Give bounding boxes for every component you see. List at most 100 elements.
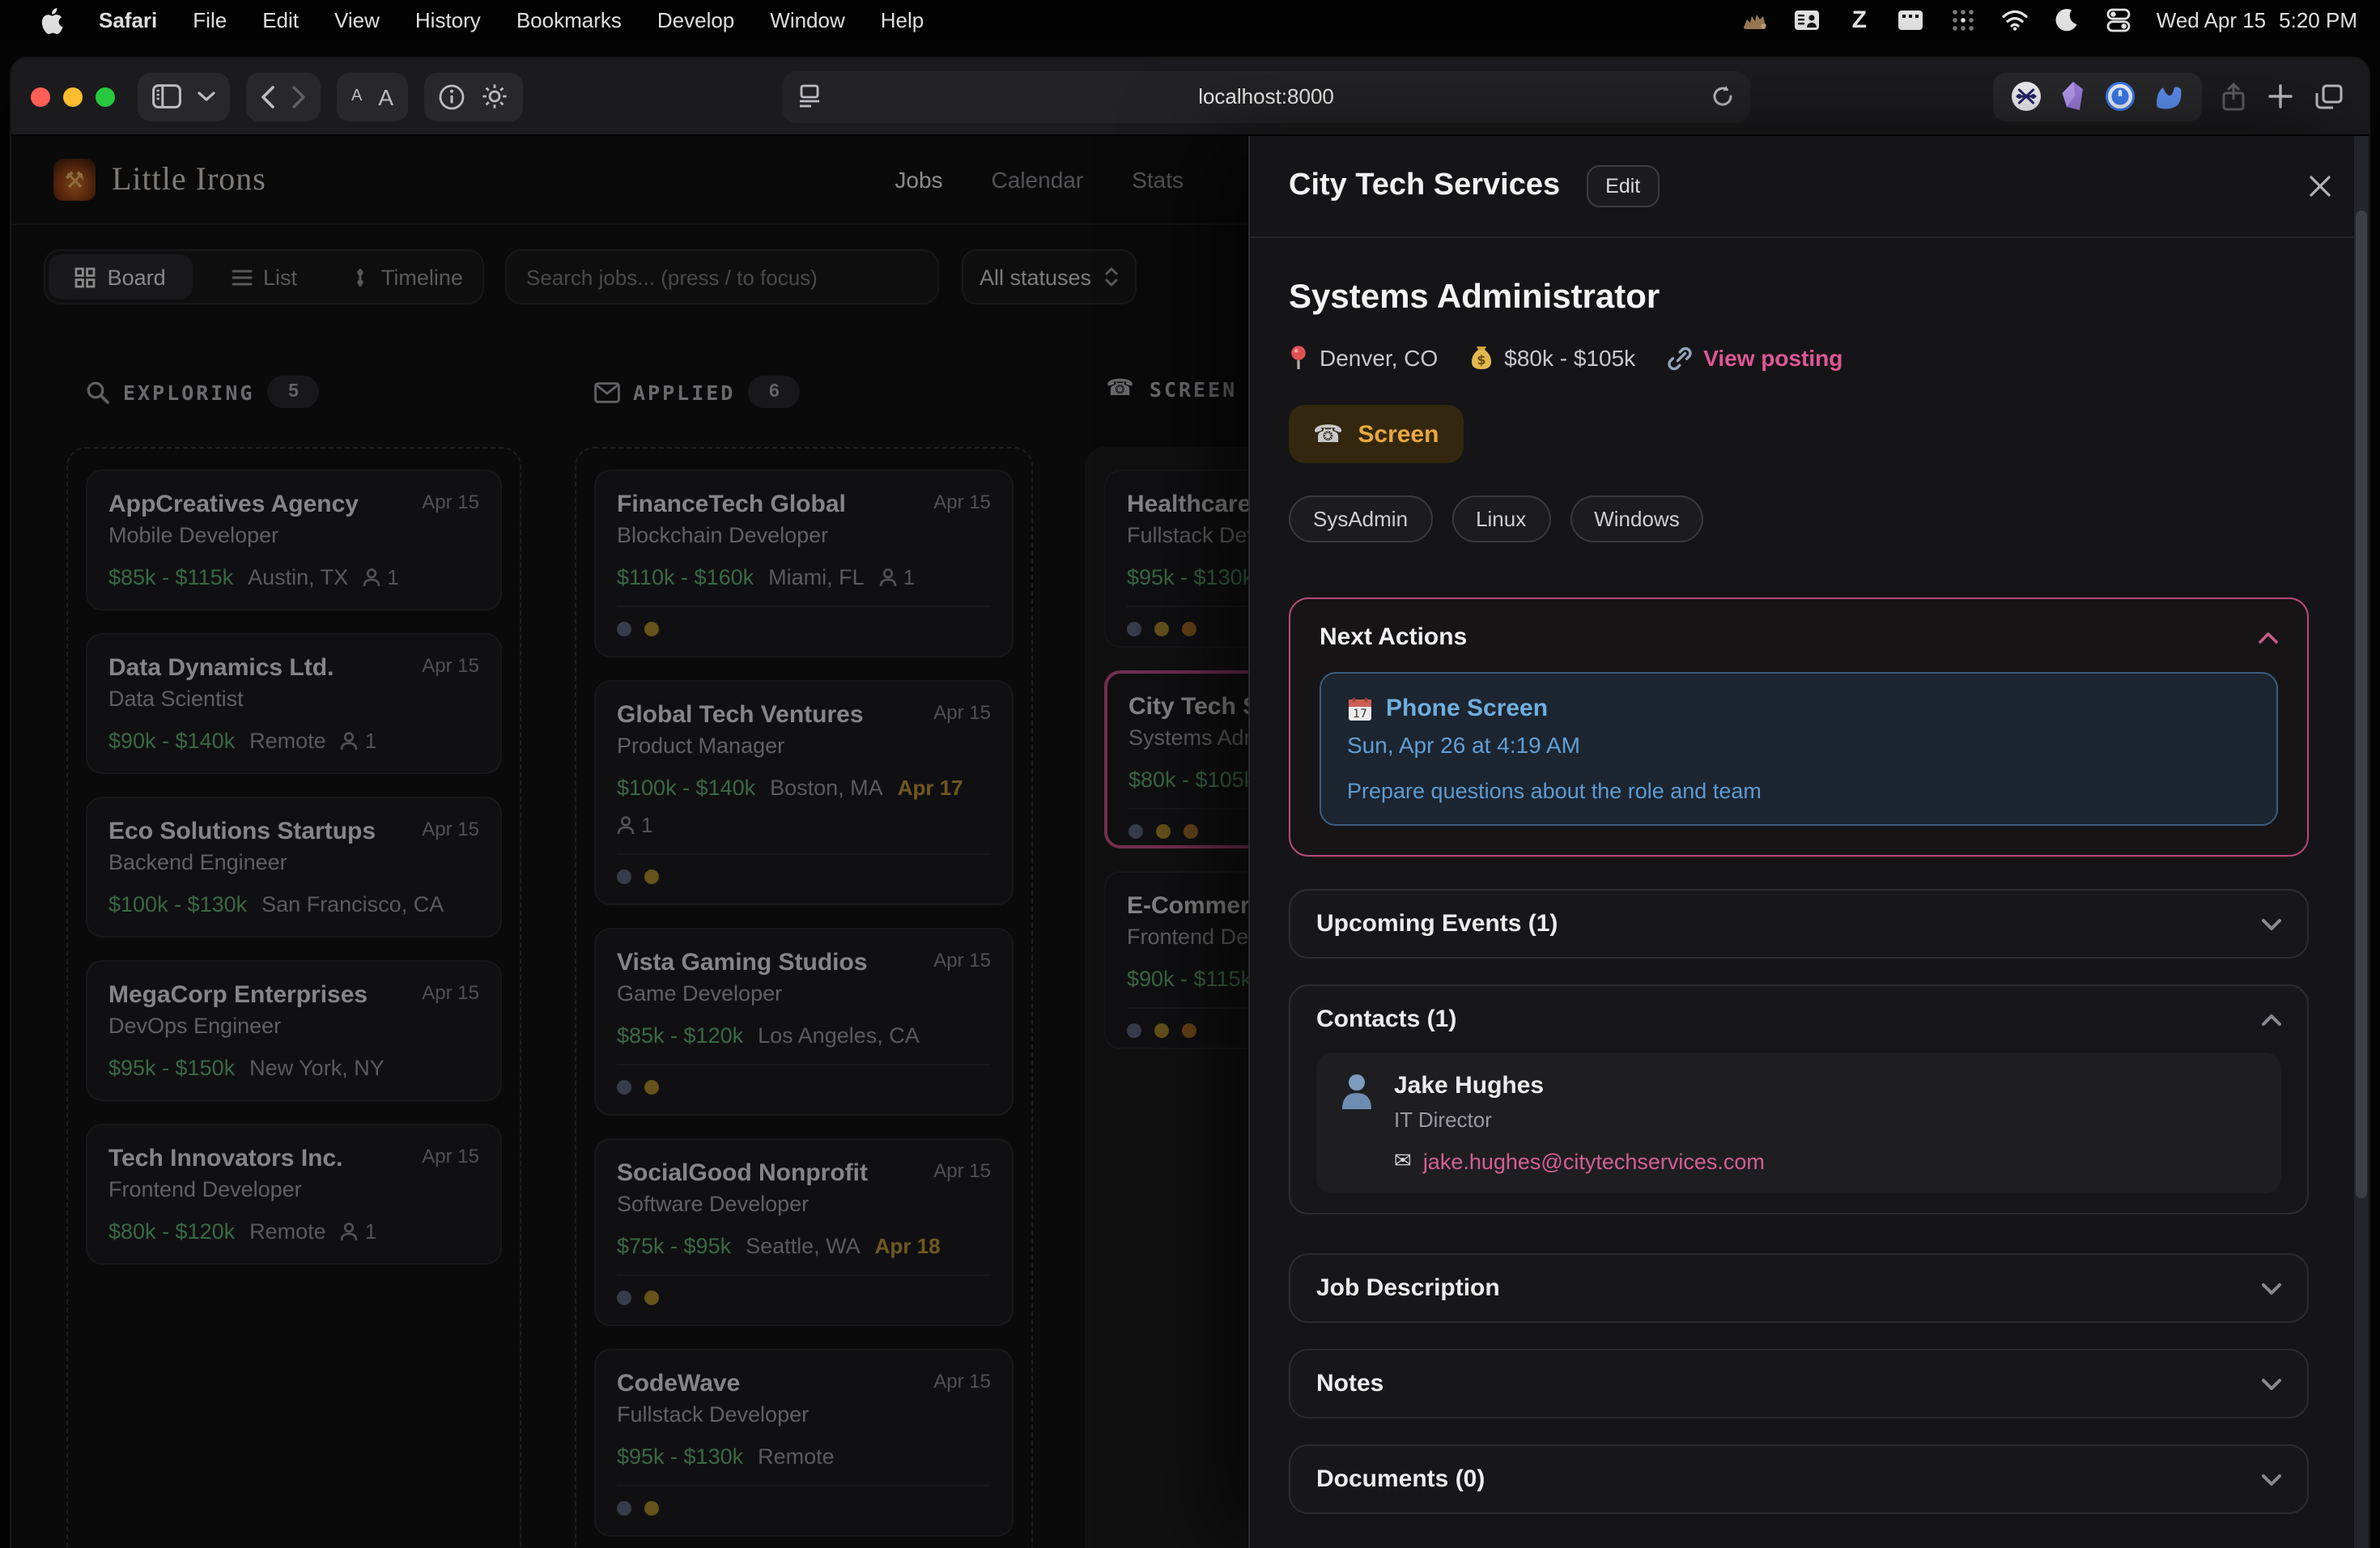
history-nav-group	[246, 72, 321, 121]
contact-avatar-icon	[1339, 1072, 1375, 1111]
extensions-group	[1993, 72, 2202, 121]
menu-bar-left: Safari File Edit View History Bookmarks …	[0, 7, 941, 33]
url-text: localhost:8000	[821, 84, 1711, 108]
chevron-up-icon	[2262, 1013, 2281, 1026]
contacts-menu-icon[interactable]	[1794, 6, 1821, 34]
hedgehog-emoji-icon[interactable]	[1742, 6, 1770, 34]
job-description-section[interactable]: Job Description	[1289, 1253, 2309, 1323]
documents-label: Documents (0)	[1316, 1465, 1485, 1493]
menu-bar-status: Z Wed Apr 15 5:20 PM	[1742, 6, 2380, 34]
contact-email-row: ✉ jake.hughes@citytechservices.com	[1394, 1150, 1765, 1174]
info-icon[interactable]	[439, 83, 465, 109]
sidebar-toggle-icon[interactable]	[152, 84, 181, 108]
job-location: Denver, CO	[1289, 345, 1438, 371]
menu-item-bookmarks[interactable]: Bookmarks	[499, 8, 640, 32]
svg-text:17: 17	[1353, 707, 1367, 720]
next-actions-header[interactable]: Next Actions	[1320, 623, 2278, 651]
menu-item-history[interactable]: History	[397, 8, 499, 32]
grid-dots-menu-icon[interactable]	[1949, 6, 1977, 34]
close-panel-button[interactable]	[2309, 175, 2331, 198]
increase-text-size-button[interactable]: A	[378, 83, 393, 109]
job-salary: $ $80k - $105k	[1470, 345, 1635, 371]
back-button[interactable]	[261, 85, 275, 108]
menu-item-help[interactable]: Help	[863, 8, 942, 32]
chevron-down-icon	[2262, 1282, 2281, 1295]
next-action-event-card[interactable]: 17 Phone Screen Sun, Apr 26 at 4:19 AM P…	[1320, 672, 2278, 826]
page-tools-group	[424, 72, 523, 121]
phone-icon: ☎	[1313, 419, 1343, 449]
extension-snowflake-icon[interactable]	[2011, 81, 2042, 112]
zoom-window-button[interactable]	[96, 87, 115, 106]
event-note: Prepare questions about the role and tea…	[1347, 779, 2250, 803]
menu-bar-date: Wed Apr 15	[2157, 8, 2266, 32]
close-window-button[interactable]	[31, 87, 50, 106]
panel-company-title: City Tech Services	[1289, 168, 1560, 204]
apple-menu-icon[interactable]	[23, 7, 81, 33]
contacts-section[interactable]: Contacts (1) Jake Hughes IT Director	[1289, 985, 2309, 1214]
tab-overview-icon[interactable]	[2315, 83, 2343, 109]
forward-button[interactable]	[291, 85, 306, 108]
link-icon	[1668, 346, 1692, 370]
menu-item-file[interactable]: File	[175, 8, 244, 32]
z-app-menu-icon[interactable]: Z	[1846, 6, 1873, 34]
calendar-icon: 17	[1347, 695, 1373, 721]
screen: Safari File Edit View History Bookmarks …	[0, 0, 2380, 1548]
sidebar-chevron-down-icon[interactable]	[198, 91, 215, 102]
event-datetime: Sun, Apr 26 at 4:19 AM	[1347, 732, 2250, 758]
keyboard-menu-icon[interactable]	[1898, 6, 1925, 34]
decrease-text-size-button[interactable]: A	[351, 87, 362, 105]
job-detail-panel: City Tech Services Edit Systems Administ…	[1248, 136, 2369, 1548]
share-icon[interactable]	[2221, 82, 2246, 111]
mail-icon: ✉	[1394, 1150, 1412, 1174]
next-actions-section: Next Actions 17 Phone Screen Sun, Apr 26…	[1289, 598, 2309, 857]
menu-item-develop[interactable]: Develop	[640, 8, 752, 32]
panel-body: Systems Administrator Denver, CO $ $80k …	[1250, 236, 2369, 1548]
focus-moon-menu-icon[interactable]	[2053, 6, 2080, 34]
edit-button[interactable]: Edit	[1586, 165, 1660, 207]
tag-list: SysAdmin Linux Windows	[1289, 495, 2309, 542]
chevron-up-icon	[2259, 631, 2278, 644]
extension-1password-icon[interactable]	[2105, 81, 2136, 112]
tag-linux[interactable]: Linux	[1451, 495, 1550, 542]
next-actions-title: Next Actions	[1320, 623, 1467, 651]
view-posting-text: View posting	[1703, 345, 1842, 371]
menu-item-edit[interactable]: Edit	[244, 8, 317, 32]
reload-icon[interactable]	[1711, 84, 1734, 108]
status-chip-label: Screen	[1358, 420, 1439, 448]
location-pin-icon	[1289, 345, 1308, 371]
notes-section[interactable]: Notes	[1289, 1349, 2309, 1418]
tag-windows[interactable]: Windows	[1570, 495, 1704, 542]
view-posting-link[interactable]: View posting	[1668, 345, 1842, 371]
minimize-window-button[interactable]	[63, 87, 83, 106]
control-center-menu-icon[interactable]	[2105, 6, 2132, 34]
address-bar[interactable]: localhost:8000	[782, 70, 1750, 122]
extension-blue-app-icon[interactable]	[2155, 82, 2184, 111]
page-scrollbar-thumb[interactable]	[2356, 211, 2367, 1198]
job-salary-text: $80k - $105k	[1504, 345, 1635, 371]
contact-email-link[interactable]: jake.hughes@citytechservices.com	[1423, 1150, 1765, 1174]
chevron-down-icon	[2262, 1377, 2281, 1390]
safari-toolbar: A A localhost:8000	[11, 58, 2369, 136]
upcoming-events-section[interactable]: Upcoming Events (1)	[1289, 889, 2309, 959]
menu-item-view[interactable]: View	[317, 8, 397, 32]
tag-sysadmin[interactable]: SysAdmin	[1289, 495, 1432, 542]
menu-item-safari[interactable]: Safari	[81, 8, 175, 32]
new-tab-icon[interactable]	[2268, 84, 2293, 108]
safari-window: A A localhost:8000	[11, 58, 2369, 1548]
menu-bar-clock[interactable]: Wed Apr 15 5:20 PM	[2157, 8, 2357, 32]
status-chip-screen[interactable]: ☎ Screen	[1289, 405, 1463, 463]
menu-item-window[interactable]: Window	[752, 8, 863, 32]
event-title: Phone Screen	[1386, 695, 1548, 722]
documents-section[interactable]: Documents (0)	[1289, 1444, 2309, 1514]
extension-obsidian-icon[interactable]	[2061, 81, 2085, 112]
overlay-scrim[interactable]	[11, 136, 1248, 1548]
page-content: ⚒ Little Irons Jobs Calendar Stats Board	[11, 136, 2369, 1548]
svg-text:$: $	[1477, 352, 1486, 368]
settings-gear-icon[interactable]	[481, 83, 508, 110]
wifi-menu-icon[interactable]	[2001, 6, 2029, 34]
reader-view-icon[interactable]	[798, 84, 821, 108]
contacts-label: Contacts (1)	[1316, 1006, 1456, 1033]
sidebar-control-group	[138, 72, 230, 121]
notes-label: Notes	[1316, 1370, 1383, 1397]
contact-card: Jake Hughes IT Director ✉ jake.hughes@ci…	[1316, 1053, 2281, 1193]
